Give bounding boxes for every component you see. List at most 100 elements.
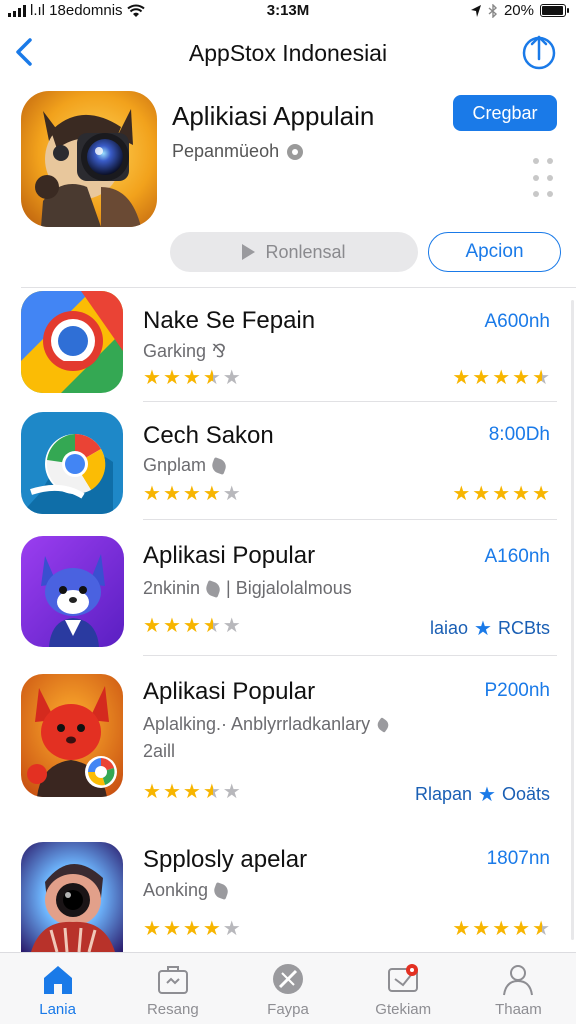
divider — [143, 655, 557, 656]
tab-home[interactable]: Lania — [0, 953, 115, 1024]
tab-home-label: Lania — [39, 1001, 76, 1018]
tab-resang-label: Resang — [146, 1001, 199, 1018]
list-item-app-1[interactable]: Nake Se Fepain Garking ⅋ A600nh ★ ★ ★ ★ ★ ★ ★… — [0, 291, 576, 401]
star-icon: ★ — [162, 781, 181, 803]
star-icon: ★ — [182, 367, 201, 389]
app-icon-1 — [21, 291, 123, 393]
tab-faypa[interactable]: Faypa — [230, 953, 345, 1024]
info-icon[interactable] — [287, 143, 304, 160]
star-icon: ★ — [532, 367, 550, 389]
maps-pin-icon — [21, 291, 123, 393]
list-item-app-2[interactable]: Cech Sakon Gnplam 8:00Dh ★ ★ ★ ★ ★ ★ ★ ★ ★ ★ — [0, 412, 576, 520]
app-subtitle-4: Aplalking.· Anblyrrladkanlary — [143, 714, 391, 735]
option-button[interactable]: Apcion — [428, 232, 561, 272]
featured-subtitle: Pepanmüeoh — [172, 141, 304, 162]
rating-stars-5: ★ ★ ★ ★ ★ — [143, 919, 241, 939]
app-subtitle-5-text: Aonking — [143, 880, 209, 900]
rating-label-3-text: laiao — [430, 618, 469, 638]
app-subtitle-1-text: Garking — [143, 341, 207, 361]
briefcase-icon — [157, 966, 188, 994]
home-icon — [43, 966, 72, 994]
app-name-1: Nake Se Fepain — [143, 307, 316, 334]
star-icon: ★ — [182, 918, 201, 940]
star-icon: ★ — [162, 483, 181, 505]
star-icon: ★ — [452, 483, 471, 505]
tab-resang[interactable]: Resang — [115, 953, 230, 1024]
star-icon: ★ — [162, 615, 181, 637]
star-icon: ★ — [143, 483, 161, 505]
rating-label-3-suffix: RCBts — [497, 618, 550, 638]
get-button[interactable]: Cregbar — [453, 95, 557, 131]
featured-app-icon[interactable] — [21, 91, 157, 227]
list-item-app-4[interactable]: Aplikasi Popular Aplalking.· Anblyrrladk… — [0, 674, 576, 807]
tab-faypa-label: Faypa — [267, 1001, 309, 1018]
rating-label-4-suffix: Ooäts — [501, 784, 550, 804]
compass-icon — [273, 964, 303, 994]
rating-label-4-text: Rlapan — [414, 784, 473, 804]
edit-icon — [212, 881, 231, 900]
featured-title: Aplikiasi Appulain — [172, 101, 375, 131]
star-icon: ★ — [492, 918, 511, 940]
star-icon: ★ — [162, 367, 181, 389]
app-subtitle-4-text: Aplalking.· Anblyrrladkanlary — [143, 714, 371, 734]
list-item-app-5[interactable]: Spplosly apelar Aonking 1807nn ★ ★ ★ ★ ★ ★ ★ ★… — [0, 842, 576, 952]
app-price-4: P200nh — [484, 680, 550, 701]
star-icon: ★ — [222, 918, 241, 940]
rating-stars-1-right: ★ ★ ★ ★ ★ — [452, 368, 550, 388]
app-icon-2 — [21, 412, 123, 514]
star-icon: ★ — [202, 483, 221, 505]
rating-stars-3: ★ ★ ★ ★ ★ — [143, 616, 241, 636]
star-icon: ★ — [532, 918, 550, 940]
star-icon: ★ — [474, 618, 492, 640]
divider — [21, 287, 576, 288]
app-subtitle-1-mark: ⅋ — [212, 341, 227, 361]
star-icon: ★ — [202, 615, 221, 637]
drag-handle-icon[interactable] — [533, 158, 555, 202]
tab-bar: Lania Resang Faypa Gtekiam Thaam — [0, 952, 576, 1024]
app-name-2: Cech Sakon — [143, 422, 274, 449]
tab-gtekiam-label: Gtekiam — [375, 1001, 432, 1018]
edit-icon — [204, 579, 223, 598]
app-subtitle-2-text: Gnplam — [143, 455, 207, 475]
divider — [143, 401, 557, 402]
star-icon: ★ — [143, 918, 161, 940]
star-icon: ★ — [182, 615, 201, 637]
app-price-5: 1807nn — [486, 848, 550, 869]
star-icon: ★ — [202, 781, 221, 803]
star-icon: ★ — [162, 918, 181, 940]
rating-stars-1: ★ ★ ★ ★ ★ — [143, 368, 241, 388]
share-button[interactable] — [520, 32, 558, 72]
app-name-4: Aplikasi Popular — [143, 678, 316, 705]
app-subtitle-1: Garking ⅋ — [143, 341, 226, 362]
star-icon: ★ — [202, 367, 221, 389]
tab-thaam-label: Thaam — [495, 1001, 542, 1018]
divider — [143, 519, 557, 520]
tab-thaam[interactable]: Thaam — [461, 953, 576, 1024]
app-subtitle-3: 2nkinin | Bigjalolalmous — [143, 578, 352, 599]
status-bar: l.ıl 18edomnis 3:13M 20% — [0, 0, 576, 22]
star-icon: ★ — [222, 367, 241, 389]
app-icon-3 — [21, 536, 124, 647]
app-icon-4 — [21, 674, 123, 797]
rating-stars-2: ★ ★ ★ ★ ★ — [143, 484, 241, 504]
star-icon: ★ — [182, 483, 201, 505]
star-icon: ★ — [143, 615, 161, 637]
app-subtitle-4-line2: 2aill — [143, 741, 176, 761]
star-icon: ★ — [492, 367, 511, 389]
camera-character-icon — [21, 91, 157, 227]
page-title: AppStox Indonesiai — [188, 40, 388, 66]
tab-gtekiam[interactable]: Gtekiam — [346, 953, 461, 1024]
rating-label-4: Rlapan ★ Ooäts — [415, 782, 550, 807]
nav-bar: AppStox Indonesiai — [0, 30, 576, 76]
list-item-app-3[interactable]: Aplikasi Popular 2nkinin | Bigjalolalmou… — [0, 536, 576, 652]
preview-button[interactable]: Ronlensal — [170, 232, 418, 272]
star-icon: ★ — [222, 615, 241, 637]
share-icon — [522, 35, 556, 70]
play-icon — [242, 244, 256, 260]
profile-icon — [503, 965, 534, 996]
rating-stars-2-right: ★ ★ ★ ★ ★ — [452, 484, 550, 504]
star-icon: ★ — [492, 483, 511, 505]
star-icon: ★ — [182, 781, 201, 803]
app-subtitle-5: Aonking — [143, 880, 231, 901]
star-icon: ★ — [222, 483, 241, 505]
